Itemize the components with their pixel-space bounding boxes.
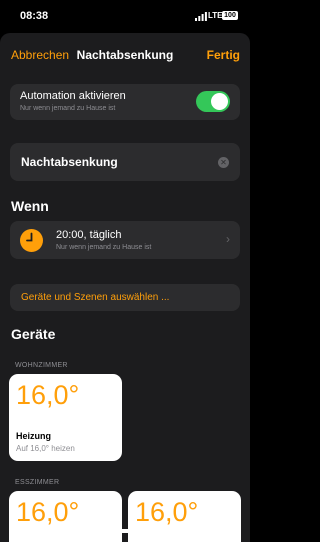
room-label-wohnzimmer: WOHNZIMMER (15, 362, 68, 369)
status-time: 08:38 (20, 10, 49, 22)
automation-title: Automation aktivieren (20, 90, 126, 102)
cancel-button[interactable]: Abbrechen (11, 48, 69, 62)
devices-heading: Geräte (11, 326, 56, 342)
tile-temperature: 16,0° (135, 497, 199, 527)
home-indicator[interactable] (80, 529, 170, 533)
when-heading: Wenn (11, 198, 49, 214)
trigger-title: 20:00, täglich (56, 229, 122, 241)
tile-temperature: 16,0° (16, 497, 80, 527)
automation-toggle-row: Automation aktivieren Nur wenn jemand zu… (10, 84, 240, 120)
tile-status: Auf 16,0° heizen (16, 444, 75, 453)
chevron-right-icon: › (226, 232, 230, 246)
name-field-value: Nachtabsenkung (21, 155, 118, 169)
done-button[interactable]: Fertig (207, 48, 240, 62)
tile-name: Heizung (16, 431, 51, 441)
device-tile[interactable]: 16,0° (9, 491, 122, 542)
toggle-knob (211, 93, 228, 110)
tile-temperature: 16,0° (16, 380, 80, 410)
battery-icon: 100 (222, 11, 238, 20)
trigger-subtitle: Nur wenn jemand zu Hause ist (56, 244, 152, 251)
time-trigger-row[interactable]: 20:00, täglich Nur wenn jemand zu Hause … (10, 221, 240, 259)
clock-icon (20, 229, 43, 252)
select-devices-label: Geräte und Szenen auswählen ... (21, 292, 170, 303)
clear-icon[interactable]: ✕ (218, 157, 229, 168)
automation-toggle[interactable] (196, 91, 230, 112)
automation-subtitle: Nur wenn jemand zu Hause ist (20, 105, 116, 112)
device-tile[interactable]: 16,0° (128, 491, 241, 542)
signal-icon (195, 12, 207, 21)
device-tile-heizung[interactable]: 16,0° Heizung Auf 16,0° heizen (9, 374, 122, 461)
network-type: LTE (208, 11, 223, 20)
status-bar: 08:38 LTE 100 (0, 0, 250, 32)
name-field[interactable]: Nachtabsenkung ✕ (10, 143, 240, 181)
room-label-esszimmer: ESSZIMMER (15, 479, 60, 486)
select-devices-button[interactable]: Geräte und Szenen auswählen ... (10, 284, 240, 311)
